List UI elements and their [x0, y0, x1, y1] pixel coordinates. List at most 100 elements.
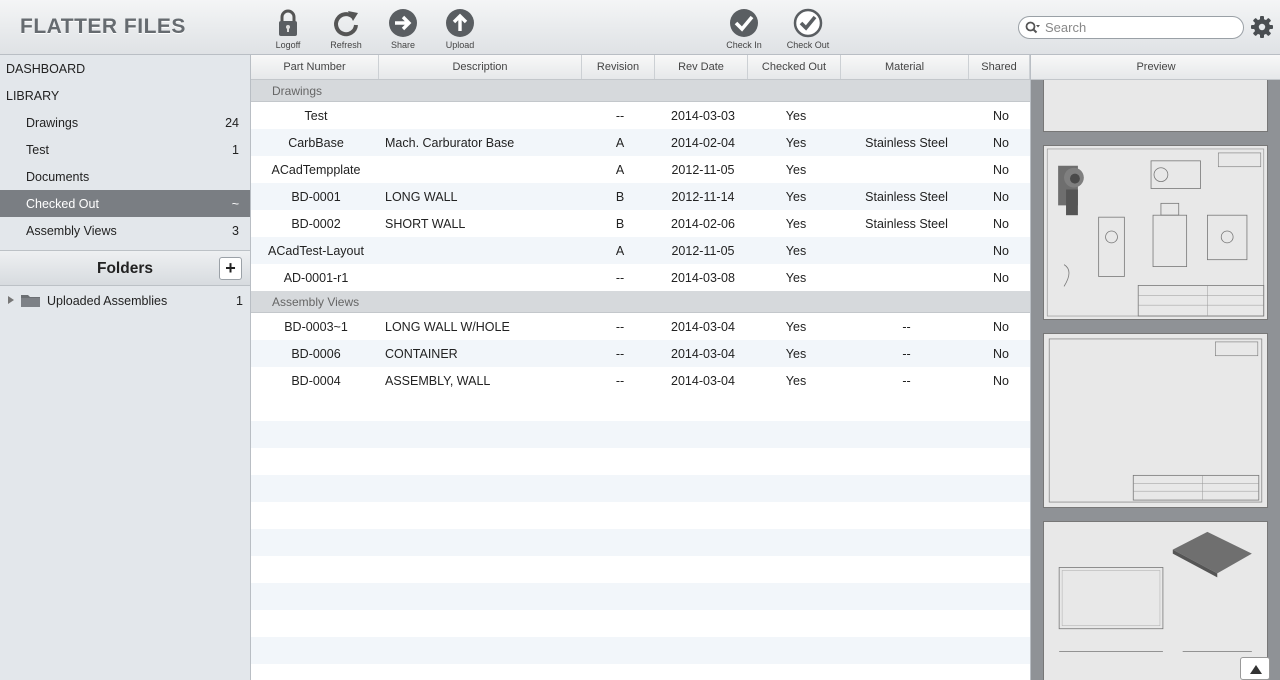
- folders-header: Folders +: [0, 250, 250, 286]
- cell-checked-out: Yes: [785, 217, 807, 231]
- cell-part-number: CarbBase: [288, 136, 344, 150]
- table-row[interactable]: BD-0002 SHORT WALL B 2014-02-06 Yes Stai…: [251, 210, 1030, 237]
- preview-thumbnail[interactable]: [1043, 80, 1268, 132]
- empty-row-stripe: [251, 637, 1030, 664]
- cell-shared: No: [993, 271, 1009, 285]
- search-box[interactable]: [1018, 16, 1244, 39]
- group-header-assembly-views: Assembly Views: [251, 291, 1030, 313]
- cell-rev-date: 2014-03-03: [671, 109, 735, 123]
- folder-item-uploaded-assemblies[interactable]: Uploaded Assemblies 1: [0, 291, 250, 311]
- upload-label: Upload: [445, 40, 475, 50]
- cell-revision: --: [615, 271, 625, 285]
- check-in-icon: [730, 9, 758, 37]
- table-row[interactable]: AD-0001-r1 -- 2014-03-08 Yes No: [251, 264, 1030, 291]
- sidebar-item-test[interactable]: Test 1: [0, 136, 250, 163]
- cell-shared: No: [993, 374, 1009, 388]
- check-out-label: Check Out: [786, 40, 830, 50]
- cell-part-number: BD-0006: [291, 347, 341, 361]
- preview-thumbnail[interactable]: [1043, 145, 1268, 320]
- sidebar-item-label: Test: [26, 143, 49, 157]
- column-checked-out[interactable]: Checked Out: [748, 55, 841, 79]
- cell-description: LONG WALL W/HOLE: [385, 320, 510, 334]
- lock-icon: [279, 9, 297, 36]
- sidebar-item-count: 1: [232, 143, 239, 157]
- table-row[interactable]: Test -- 2014-03-03 Yes No: [251, 102, 1030, 129]
- cell-revision: --: [615, 109, 625, 123]
- cell-description: SHORT WALL: [385, 217, 466, 231]
- column-description[interactable]: Description: [379, 55, 582, 79]
- cell-shared: No: [993, 163, 1009, 177]
- gear-icon[interactable]: [1251, 16, 1273, 38]
- cell-description: Mach. Carburator Base: [385, 136, 515, 150]
- cell-part-number: BD-0002: [291, 217, 341, 231]
- cell-description: LONG WALL: [385, 190, 458, 204]
- column-revision[interactable]: Revision: [582, 55, 655, 79]
- column-rev-date[interactable]: Rev Date: [655, 55, 748, 79]
- cell-part-number: BD-0001: [291, 190, 341, 204]
- column-material[interactable]: Material: [841, 55, 969, 79]
- table-row[interactable]: BD-0001 LONG WALL B 2012-11-14 Yes Stain…: [251, 183, 1030, 210]
- cell-description: CONTAINER: [385, 347, 458, 361]
- share-button[interactable]: Share: [375, 8, 431, 50]
- cell-rev-date: 2014-03-08: [671, 271, 735, 285]
- column-part-number[interactable]: Part Number: [251, 55, 379, 79]
- logoff-label: Logoff: [275, 40, 301, 50]
- group-label: Drawings: [272, 84, 323, 98]
- share-label: Share: [390, 40, 416, 50]
- cell-rev-date: 2014-02-04: [671, 136, 735, 150]
- sidebar-item-checked-out[interactable]: Checked Out ~: [0, 190, 250, 217]
- cell-shared: No: [993, 190, 1009, 204]
- sidebar-item-drawings[interactable]: Drawings 24: [0, 109, 250, 136]
- sidebar-item-documents[interactable]: Documents: [0, 163, 250, 190]
- empty-row-stripe: [251, 421, 1030, 448]
- nav-library[interactable]: LIBRARY: [6, 89, 59, 103]
- cell-checked-out: Yes: [785, 244, 807, 258]
- nav-dashboard[interactable]: DASHBOARD: [6, 62, 85, 76]
- check-out-button[interactable]: Check Out: [780, 8, 836, 50]
- sidebar-item-label: Documents: [26, 170, 90, 184]
- table-row[interactable]: ACadTempplate A 2012-11-05 Yes No: [251, 156, 1030, 183]
- cell-revision: B: [615, 217, 625, 231]
- cell-part-number: ACadTest-Layout: [268, 244, 364, 258]
- table-row[interactable]: ACadTest-Layout A 2012-11-05 Yes No: [251, 237, 1030, 264]
- folders-title: Folders: [97, 260, 153, 277]
- cell-revision: A: [615, 163, 625, 177]
- cell-checked-out: Yes: [785, 109, 807, 123]
- refresh-label: Refresh: [330, 40, 362, 50]
- sidebar-item-count: 24: [225, 116, 239, 130]
- share-arrow-icon: [389, 9, 417, 37]
- upload-button[interactable]: Upload: [432, 8, 488, 50]
- header-bar: FLATTER FILES Logoff Refresh Share Uploa…: [0, 0, 1280, 55]
- check-in-label: Check In: [726, 40, 762, 50]
- table-row[interactable]: BD-0006 CONTAINER -- 2014-03-04 Yes -- N…: [251, 340, 1030, 367]
- expand-triangle-icon[interactable]: [8, 296, 14, 304]
- table-row[interactable]: BD-0004 ASSEMBLY, WALL -- 2014-03-04 Yes…: [251, 367, 1030, 394]
- folder-label: Uploaded Assemblies: [47, 294, 168, 308]
- sidebar-item-label: Checked Out: [26, 197, 99, 211]
- sidebar: DASHBOARD LIBRARY Drawings 24 Test 1 Doc…: [0, 55, 251, 680]
- cell-material: Stainless Steel: [865, 136, 948, 150]
- cell-checked-out: Yes: [785, 136, 807, 150]
- table-row[interactable]: CarbBase Mach. Carburator Base A 2014-02…: [251, 129, 1030, 156]
- cell-checked-out: Yes: [785, 190, 807, 204]
- add-folder-button[interactable]: +: [219, 257, 242, 280]
- cell-rev-date: 2012-11-05: [671, 163, 735, 177]
- sidebar-item-assembly-views[interactable]: Assembly Views 3: [0, 217, 250, 244]
- column-shared[interactable]: Shared: [969, 55, 1030, 79]
- search-input[interactable]: [1045, 19, 1237, 36]
- cell-material: --: [902, 347, 911, 361]
- table-row[interactable]: BD-0003~1 LONG WALL W/HOLE -- 2014-03-04…: [251, 313, 1030, 340]
- cell-part-number: Test: [304, 109, 328, 123]
- preview-thumbnail[interactable]: [1043, 333, 1268, 508]
- cell-shared: No: [993, 320, 1009, 334]
- refresh-button[interactable]: Refresh: [318, 8, 374, 50]
- check-in-button[interactable]: Check In: [716, 8, 772, 50]
- scroll-to-top-button[interactable]: [1240, 657, 1270, 680]
- preview-thumbnail[interactable]: [1043, 521, 1268, 680]
- cell-checked-out: Yes: [785, 271, 807, 285]
- cell-rev-date: 2014-03-04: [671, 347, 735, 361]
- logoff-button[interactable]: Logoff: [260, 8, 316, 50]
- empty-row-stripe: [251, 583, 1030, 610]
- cell-shared: No: [993, 217, 1009, 231]
- cell-part-number: ACadTempplate: [271, 163, 361, 177]
